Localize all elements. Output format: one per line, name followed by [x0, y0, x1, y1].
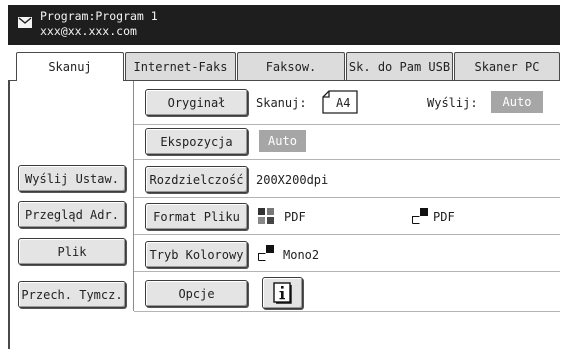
exposure-button[interactable]: Ekspozycja [145, 128, 248, 155]
panel-divider [133, 81, 134, 311]
color-mode-value: Mono2 [283, 248, 320, 262]
address-review-button[interactable]: Przegląd Adr. [18, 201, 126, 228]
row-separator [134, 197, 560, 198]
resolution-value: 200X200dpi [256, 173, 329, 187]
mono-icon [258, 245, 274, 261]
tab-scan-to-usb[interactable]: Sk. do Pam USB [346, 52, 453, 80]
black-white-icon [412, 208, 428, 224]
info-icon [272, 282, 292, 304]
file-button[interactable]: Plik [18, 238, 126, 265]
tab-fax[interactable]: Faksow. [237, 52, 345, 80]
scan-size-label: Skanuj: [256, 96, 307, 110]
color-mode-icon [258, 208, 274, 224]
row-separator [134, 159, 560, 160]
temporary-storage-button[interactable]: Przech. Tymcz. [18, 281, 126, 308]
envelope-icon [18, 17, 32, 28]
send-size-value: Auto [491, 91, 543, 113]
original-button[interactable]: Oryginał [145, 89, 248, 116]
file-format-button[interactable]: Format Pliku [145, 203, 248, 230]
row-separator [134, 311, 560, 312]
resolution-button[interactable]: Rozdzielczość [145, 166, 248, 193]
tab-pc-scanner[interactable]: Skaner PC [454, 52, 560, 80]
row-separator [134, 234, 560, 235]
send-size-label: Wyślij: [427, 96, 478, 110]
original-size-display: A4 [322, 90, 358, 114]
file-format-bw-value: PDF [433, 210, 455, 224]
destination-email: xxx@xx.xxx.com [40, 24, 137, 38]
tab-scan[interactable]: Skanuj [16, 52, 124, 81]
info-button[interactable] [262, 277, 303, 309]
row-separator [134, 124, 560, 125]
program-header: Program:Program 1 xxx@xx.xxx.com [8, 5, 560, 45]
options-button[interactable]: Opcje [145, 280, 248, 307]
color-mode-button[interactable]: Tryb Kolorowy [145, 241, 248, 268]
exposure-value: Auto [259, 130, 306, 152]
send-settings-button[interactable]: Wyślij Ustaw. [18, 165, 126, 192]
row-separator [134, 271, 560, 272]
panel-left-border [8, 80, 10, 349]
tab-internet-fax[interactable]: Internet-Faks [125, 52, 236, 80]
scan-size-value: A4 [336, 96, 351, 110]
file-format-color-value: PDF [284, 210, 306, 224]
program-name: Program:Program 1 [40, 9, 158, 23]
